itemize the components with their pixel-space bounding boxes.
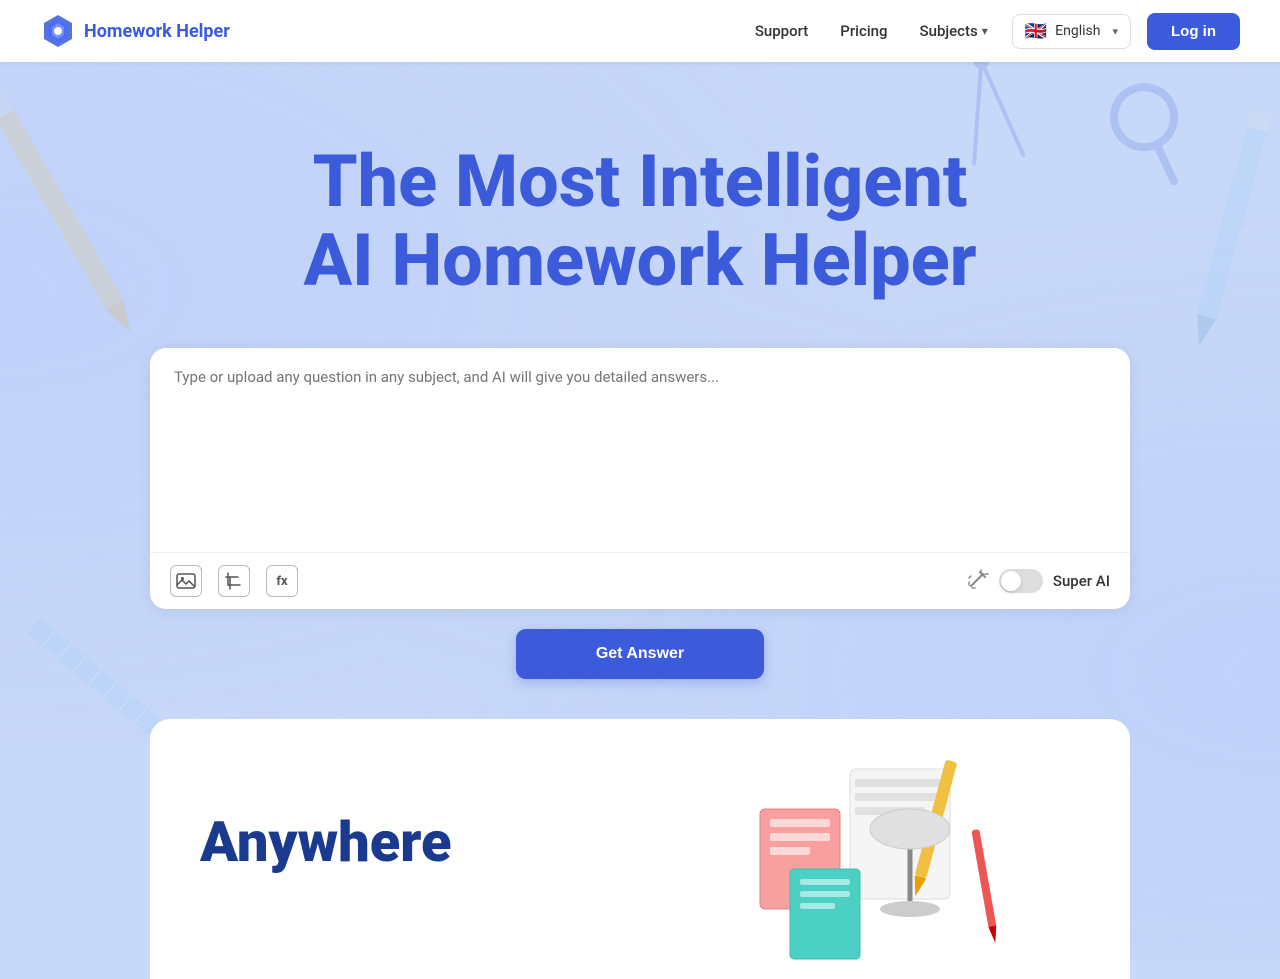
crop-button[interactable] — [218, 565, 250, 597]
anywhere-text: Anywhere — [180, 749, 451, 875]
hero-title: The Most Intelligent AI Homework Helper — [40, 142, 1240, 300]
image-upload-button[interactable] — [170, 565, 202, 597]
toolbar-right: Super AI — [967, 568, 1110, 595]
lang-chevron-icon: ▾ — [1112, 25, 1118, 38]
login-button[interactable]: Log in — [1147, 13, 1240, 50]
pricing-link[interactable]: Pricing — [840, 22, 887, 40]
flag-icon: 🇬🇧 — [1025, 21, 1047, 42]
subjects-label: Subjects — [920, 22, 978, 40]
language-label: English — [1055, 23, 1100, 39]
question-box-container: fx Super AI — [110, 348, 1170, 609]
magic-wand-icon — [967, 568, 989, 590]
subjects-dropdown[interactable]: Subjects ▾ — [920, 22, 988, 40]
question-box: fx Super AI — [150, 348, 1130, 609]
navbar: Homework Helper Support Pricing Subjects… — [0, 0, 1280, 62]
hero-title-line1: The Most Intelligent — [313, 139, 968, 224]
bottom-section: Anywhere — [110, 719, 1170, 979]
subjects-chevron-icon: ▾ — [982, 24, 988, 38]
formula-label: fx — [276, 574, 287, 589]
question-input[interactable] — [150, 348, 1130, 548]
get-answer-button[interactable]: Get Answer — [516, 629, 764, 679]
toolbar-left: fx — [170, 565, 298, 597]
question-toolbar: fx Super AI — [150, 552, 1130, 609]
support-link[interactable]: Support — [755, 22, 808, 40]
language-selector[interactable]: 🇬🇧 English ▾ — [1012, 14, 1131, 49]
logo-link[interactable]: Homework Helper — [40, 13, 230, 49]
logo-text: Homework Helper — [84, 21, 230, 42]
hero-section: The Most Intelligent AI Homework Helper — [0, 62, 1280, 348]
super-ai-icon[interactable] — [967, 568, 989, 595]
hero-title-line2: AI Homework Helper — [303, 218, 976, 303]
crop-icon — [224, 571, 244, 591]
super-ai-label: Super AI — [1053, 572, 1110, 590]
logo-icon — [40, 13, 76, 49]
image-icon — [176, 571, 196, 591]
formula-button[interactable]: fx — [266, 565, 298, 597]
stationery-illustration — [710, 749, 1030, 979]
get-answer-container: Get Answer — [0, 629, 1280, 679]
nav-links: Support Pricing Subjects ▾ — [755, 22, 988, 40]
bottom-card: Anywhere — [150, 719, 1130, 979]
super-ai-toggle[interactable] — [999, 569, 1043, 593]
